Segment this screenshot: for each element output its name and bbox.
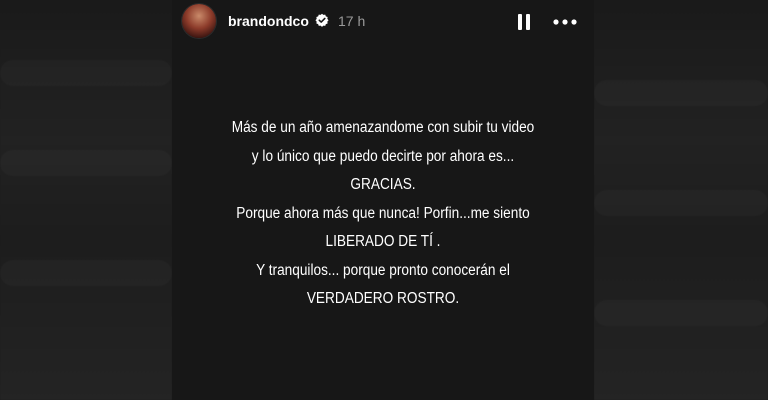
message-line: Porque ahora más que nunca! Porfin...me … xyxy=(236,204,530,222)
message-line: VERDADERO ROSTRO. xyxy=(306,290,460,307)
message-line: Y tranquilos... porque pronto conocerán … xyxy=(256,261,510,279)
pause-icon[interactable] xyxy=(515,12,533,32)
story-card[interactable]: brandondco 17 h Más de un año amenazando… xyxy=(172,0,594,400)
message-line: LIBERADO DE TÍ . xyxy=(325,233,441,250)
profile-avatar[interactable] xyxy=(182,4,216,38)
story-message: Más de un año amenazandome con subir tu … xyxy=(197,114,568,314)
verified-badge-icon xyxy=(315,13,329,27)
blurred-backdrop-left xyxy=(0,0,172,400)
more-options-icon[interactable] xyxy=(552,12,578,32)
timestamp: 17 h xyxy=(338,13,366,29)
message-line: y lo único que puedo decirte por ahora e… xyxy=(251,147,515,165)
screen: brandondco 17 h Más de un año amenazando… xyxy=(0,0,768,400)
username[interactable]: brandondco xyxy=(228,13,309,29)
message-line: Más de un año amenazandome con subir tu … xyxy=(231,119,535,136)
blurred-backdrop-right xyxy=(594,0,768,400)
story-header: brandondco 17 h xyxy=(172,0,594,44)
message-line: GRACIAS. xyxy=(350,176,416,193)
